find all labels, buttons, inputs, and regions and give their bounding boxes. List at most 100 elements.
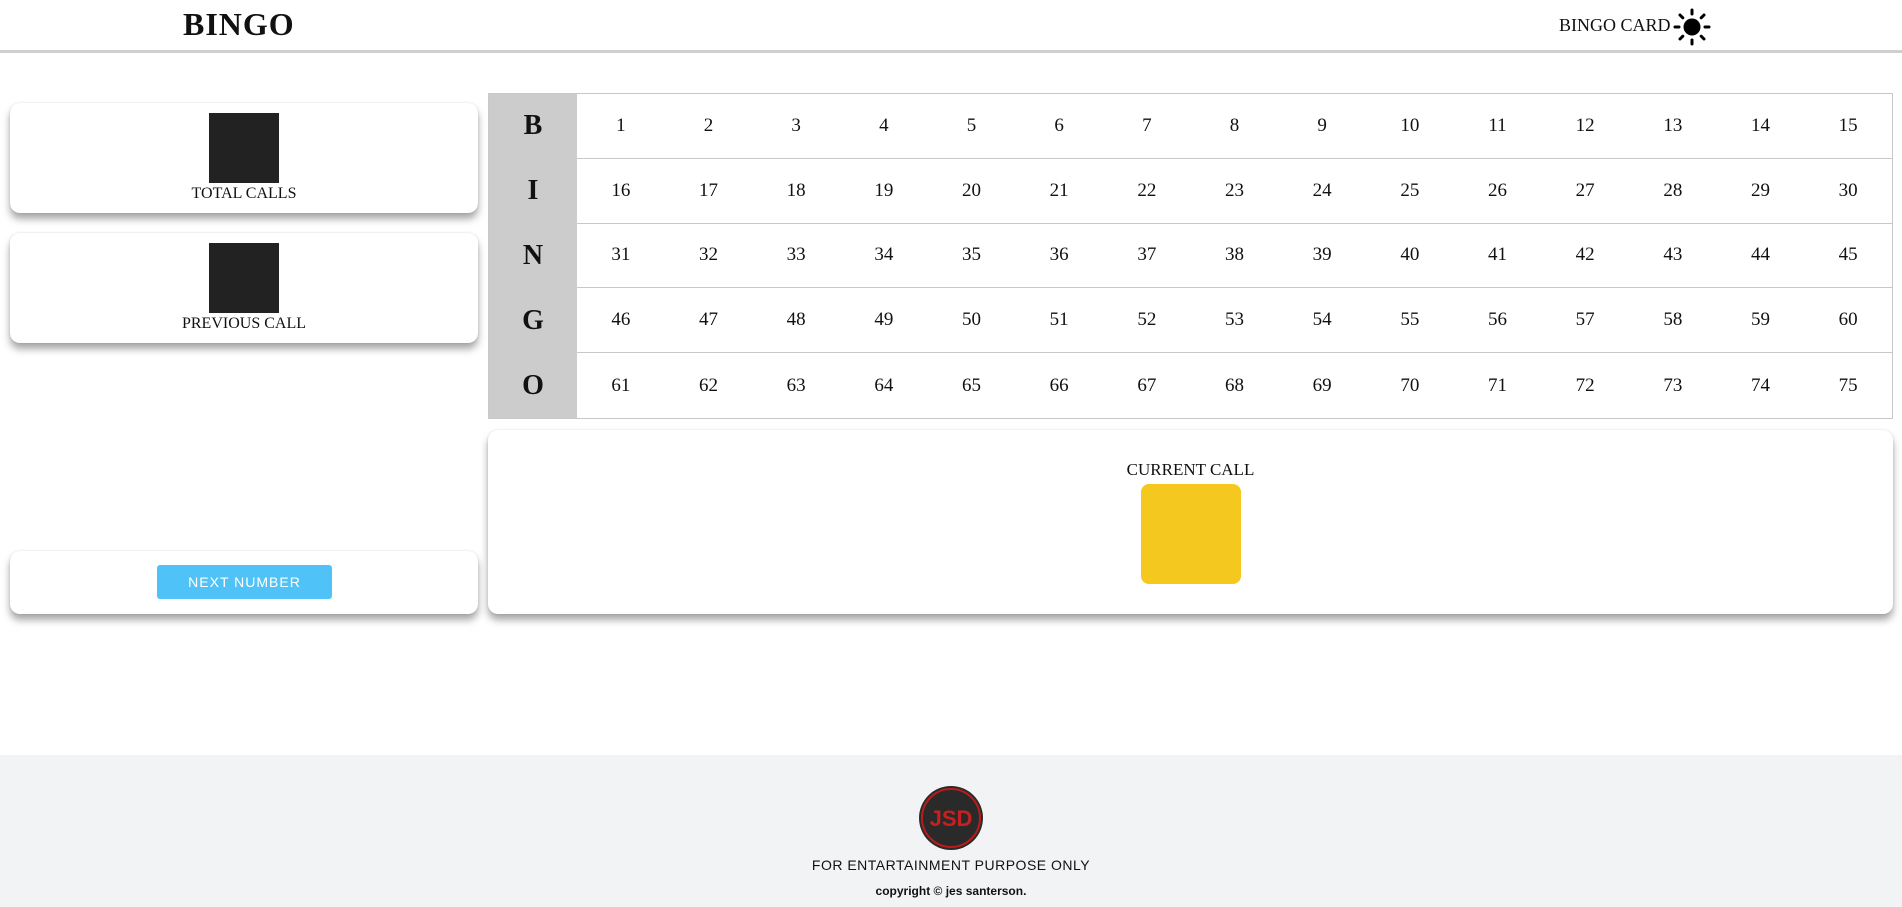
number-cell[interactable]: 34 [839,224,928,289]
jsd-logo: JSD [919,786,983,850]
row-letter-i: I [489,158,577,224]
footer-note: FOR ENTARTAINMENT PURPOSE ONLY [811,857,1091,873]
bingo-board: B 1 2 3 4 5 6 7 8 9 10 11 12 13 14 15 I 16 17 18 19 20 21 22 23 2… [488,93,1893,419]
number-cell[interactable]: 2 [664,94,753,159]
number-cell[interactable]: 43 [1628,224,1717,289]
number-cell[interactable]: 32 [664,224,753,289]
number-cell[interactable]: 48 [752,288,840,354]
current-call-label: CURRENT CALL [1126,460,1255,479]
number-cell[interactable]: 3 [752,94,840,159]
number-cell[interactable]: 31 [577,224,665,289]
total-calls-card: TOTAL CALLS [10,103,478,213]
top-header: BINGO BINGO CARD [0,0,1902,53]
total-calls-label: TOTAL CALLS [191,185,297,202]
number-cell[interactable]: 64 [840,353,928,418]
number-cell[interactable]: 37 [1102,224,1191,289]
number-cell[interactable]: 33 [752,224,840,289]
number-cell[interactable]: 23 [1190,159,1279,224]
number-cell[interactable]: 4 [839,94,928,159]
number-cell[interactable]: 16 [577,159,665,224]
number-cell[interactable]: 7 [1102,94,1191,159]
number-cell[interactable]: 19 [839,159,928,224]
number-cell[interactable]: 11 [1453,94,1542,159]
number-cell[interactable]: 45 [1804,224,1892,289]
number-cell[interactable]: 13 [1628,94,1717,159]
number-cell[interactable]: 12 [1541,94,1629,159]
number-cell[interactable]: 1 [577,94,665,159]
number-cell[interactable]: 74 [1717,353,1805,418]
number-cell[interactable]: 28 [1628,159,1717,224]
previous-call-value-box [209,243,279,313]
number-cell[interactable]: 61 [577,353,665,418]
number-cell[interactable]: 40 [1365,224,1454,289]
previous-call-card: PREVIOUS CALL [10,233,478,343]
copyright-text: copyright © jes santerson. [875,884,1027,898]
number-cell[interactable]: 5 [927,94,1016,159]
number-cell[interactable]: 44 [1716,224,1805,289]
number-cell[interactable]: 17 [664,159,753,224]
number-cell[interactable]: 56 [1453,288,1542,354]
footer: JSD FOR ENTARTAINMENT PURPOSE ONLY copyr… [0,755,1902,907]
number-cell[interactable]: 6 [1015,94,1103,159]
number-cell[interactable]: 22 [1102,159,1191,224]
row-letter-b: B [489,94,577,159]
number-cell[interactable]: 20 [927,159,1016,224]
number-cell[interactable]: 65 [928,353,1016,418]
number-cell[interactable]: 63 [752,353,840,418]
next-number-button[interactable]: NEXT NUMBER [157,565,332,599]
number-cell[interactable]: 50 [927,288,1016,354]
number-cell[interactable]: 18 [752,159,840,224]
row-letter-n: N [489,223,577,289]
number-cell[interactable]: 57 [1541,288,1629,354]
number-cell[interactable]: 9 [1278,94,1366,159]
number-cell[interactable]: 58 [1628,288,1717,354]
number-cell[interactable]: 60 [1804,288,1892,354]
number-cell[interactable]: 26 [1453,159,1542,224]
current-call-display [1141,484,1241,584]
number-cell[interactable]: 38 [1190,224,1279,289]
total-calls-value-box [209,113,279,183]
number-cell[interactable]: 66 [1015,353,1103,418]
row-letter-g: G [489,288,577,354]
previous-call-label: PREVIOUS CALL [181,315,306,332]
number-cell[interactable]: 59 [1716,288,1805,354]
number-cell[interactable]: 51 [1015,288,1103,354]
number-cell[interactable]: 39 [1278,224,1366,289]
bingo-card-link[interactable]: BINGO CARD [1559,15,1671,36]
number-cell[interactable]: 52 [1102,288,1191,354]
number-cell[interactable]: 25 [1365,159,1454,224]
number-cell[interactable]: 42 [1541,224,1629,289]
svg-text:JSD: JSD [930,806,973,831]
number-cell[interactable]: 62 [665,353,753,418]
number-cell[interactable]: 55 [1365,288,1454,354]
number-cell[interactable]: 41 [1453,224,1542,289]
number-cell[interactable]: 35 [927,224,1016,289]
number-cell[interactable]: 72 [1541,353,1629,418]
number-cell[interactable]: 24 [1278,159,1366,224]
number-cell[interactable]: 36 [1015,224,1103,289]
number-cell[interactable]: 15 [1804,94,1892,159]
number-cell[interactable]: 69 [1278,353,1366,418]
number-cell[interactable]: 30 [1804,159,1892,224]
controls-card: NEXT NUMBER [10,551,478,614]
number-cell[interactable]: 67 [1103,353,1191,418]
app-title: BINGO [183,6,295,42]
number-cell[interactable]: 71 [1454,353,1542,418]
number-cell[interactable]: 29 [1716,159,1805,224]
number-cell[interactable]: 27 [1541,159,1629,224]
row-letter-o: O [489,353,577,418]
number-cell[interactable]: 21 [1015,159,1103,224]
number-cell[interactable]: 8 [1190,94,1279,159]
number-cell[interactable]: 46 [577,288,665,354]
number-cell[interactable]: 68 [1191,353,1279,418]
number-cell[interactable]: 73 [1629,353,1717,418]
number-cell[interactable]: 49 [839,288,928,354]
number-cell[interactable]: 75 [1804,353,1892,418]
number-cell[interactable]: 47 [664,288,753,354]
number-cell[interactable]: 70 [1366,353,1454,418]
sun-icon[interactable] [1673,8,1711,46]
number-cell[interactable]: 54 [1278,288,1366,354]
number-cell[interactable]: 53 [1190,288,1279,354]
number-cell[interactable]: 14 [1716,94,1805,159]
number-cell[interactable]: 10 [1365,94,1454,159]
